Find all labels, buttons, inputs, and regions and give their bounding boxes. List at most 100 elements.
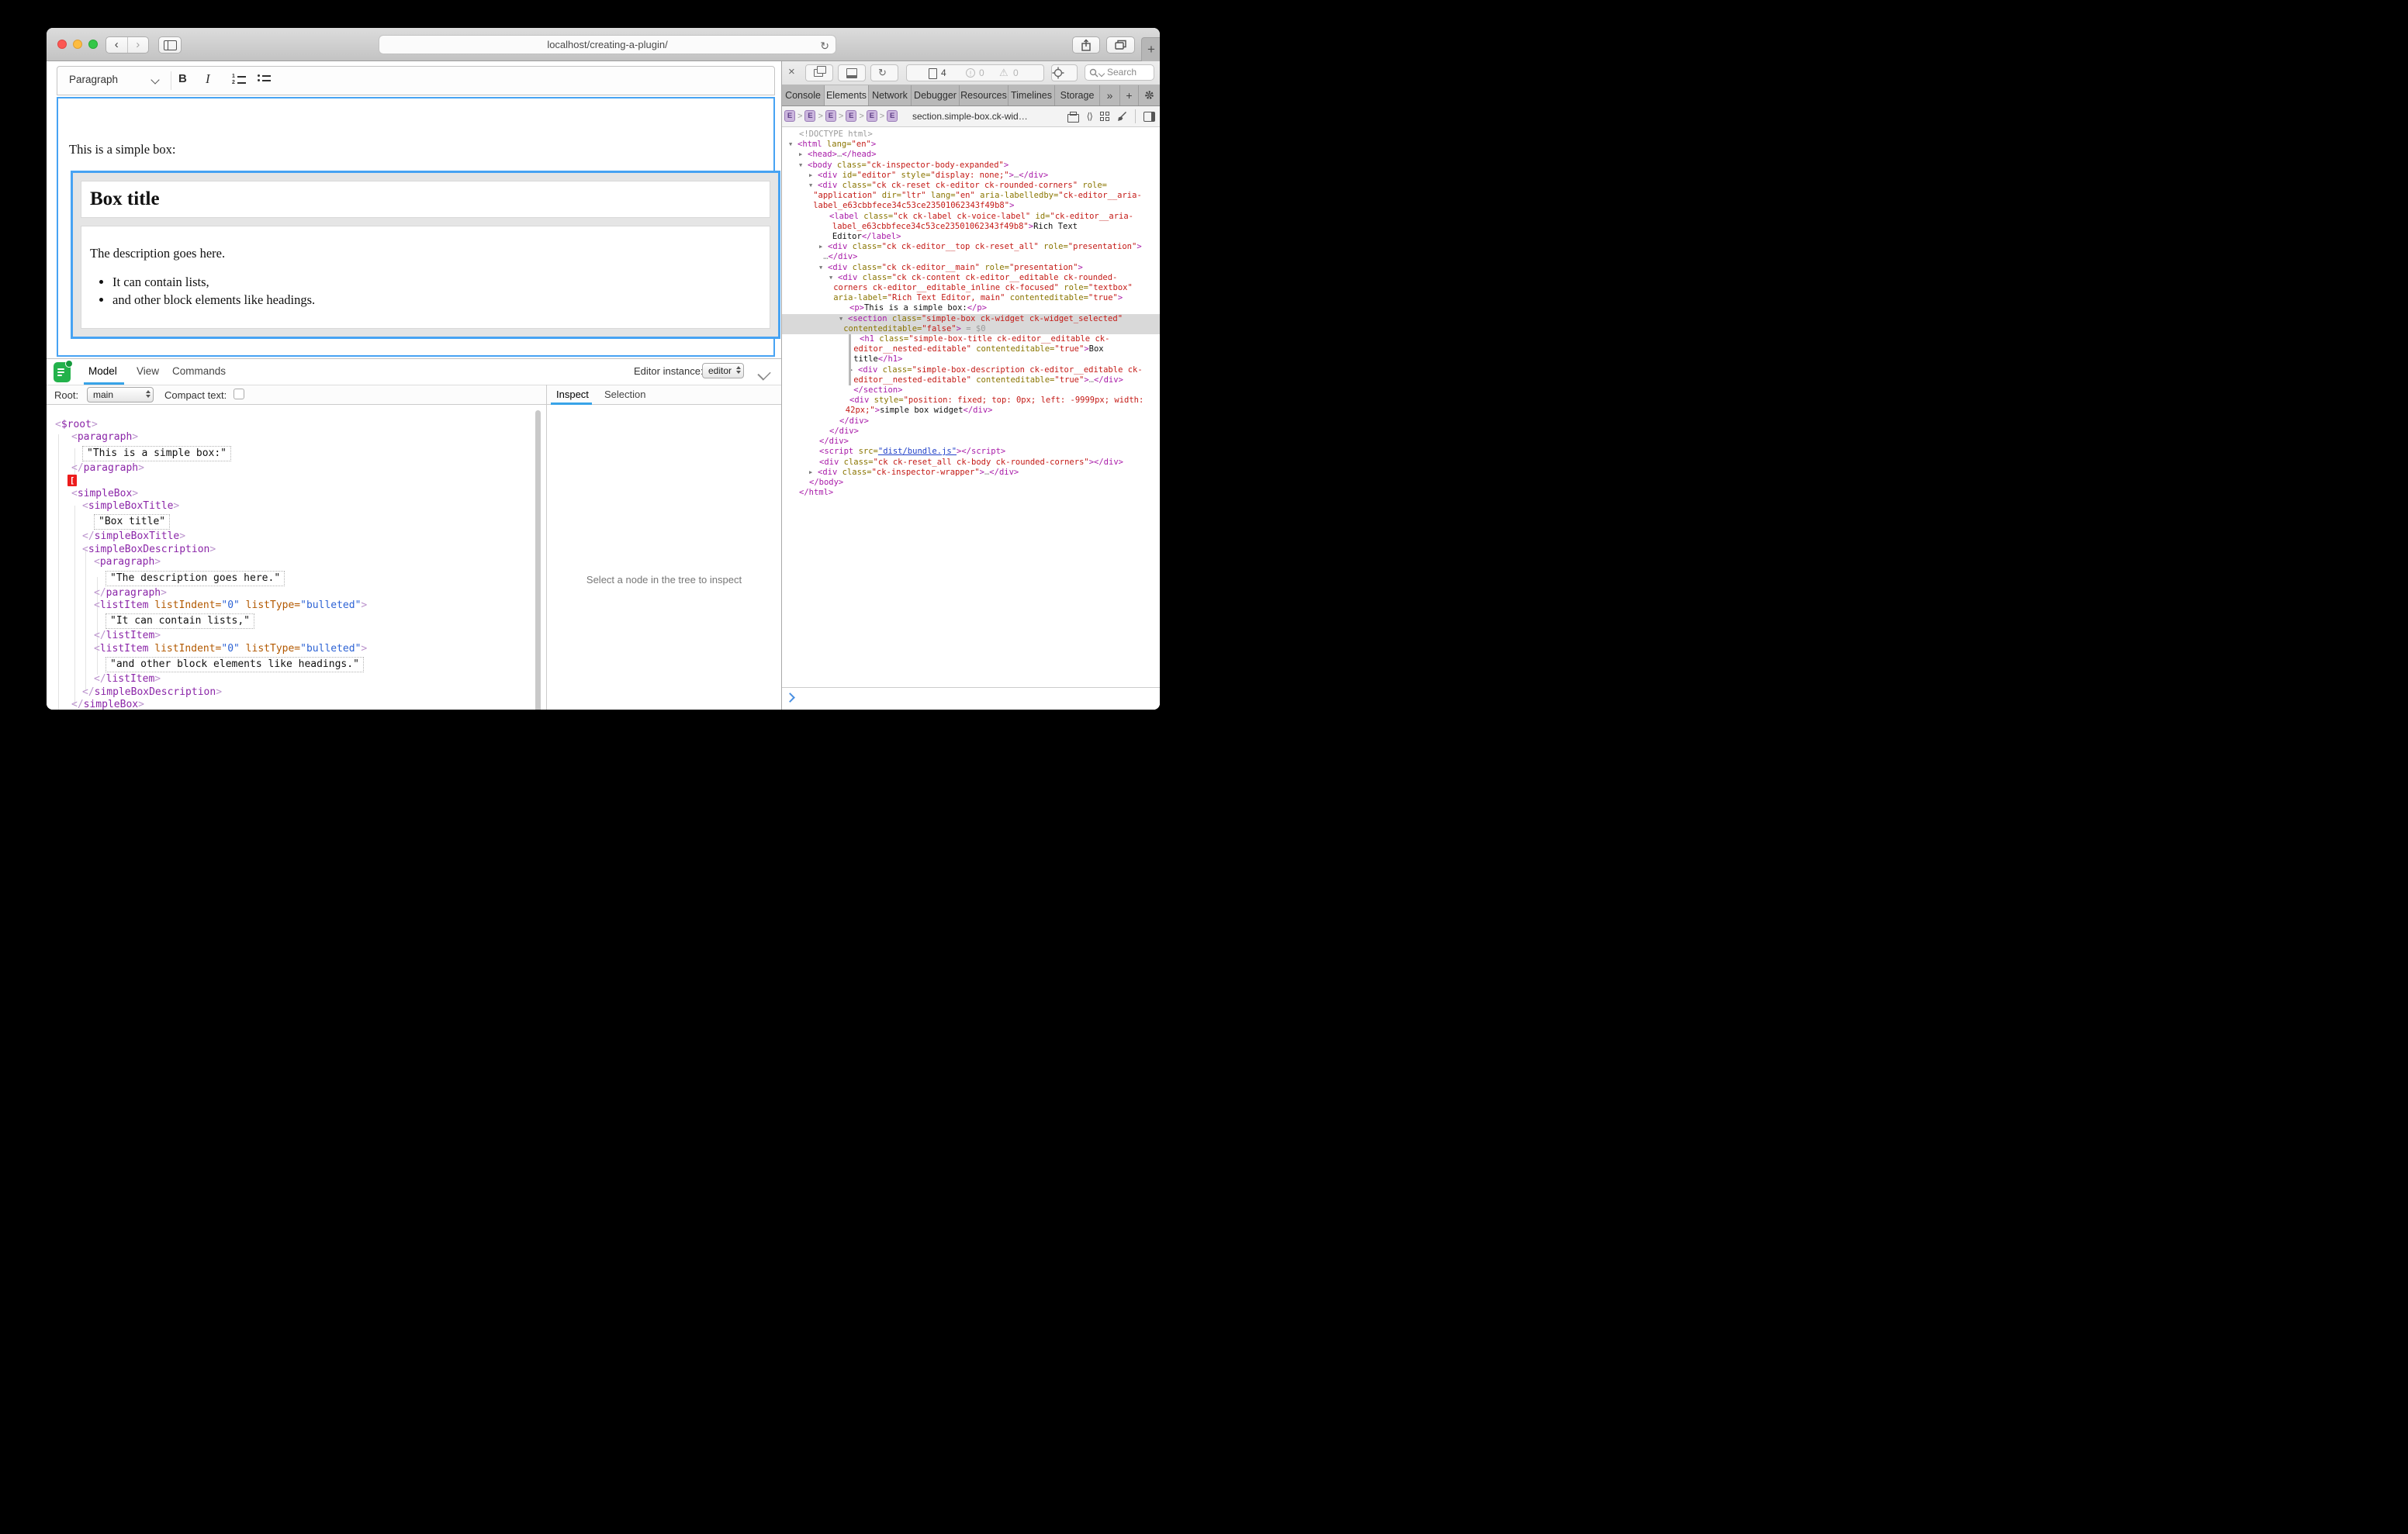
dom-tree-line[interactable]: ▼<div class="ck ck-editor__main" role="p… — [782, 263, 1160, 273]
dom-tree-line[interactable]: ▼<div class="ck ck-reset ck-editor ck-ro… — [782, 181, 1160, 191]
tab-view[interactable]: View — [137, 365, 159, 377]
print-icon[interactable] — [1067, 114, 1079, 123]
reload-icon[interactable]: ↻ — [820, 37, 829, 55]
tab-storage[interactable]: Storage — [1055, 85, 1100, 105]
model-tree-line[interactable]: "Box title" — [47, 513, 546, 530]
bold-button[interactable]: B — [178, 72, 187, 85]
zoom-window-button[interactable] — [88, 40, 98, 49]
dom-tree-line[interactable]: <script src="dist/bundle.js"></script> — [782, 447, 1160, 457]
dom-tree-line[interactable]: ▼<section class="simple-box ck-widget ck… — [782, 314, 1160, 324]
sidebar-toggle-button[interactable] — [158, 36, 182, 54]
tab-model[interactable]: Model — [88, 365, 117, 377]
details-sidebar-icon[interactable] — [1143, 112, 1155, 122]
model-tree-line[interactable]: "The description goes here." — [47, 569, 546, 587]
element-picker-button[interactable] — [1051, 64, 1078, 81]
dom-tree-line[interactable]: aria-label="Rich Text Editor, main" cont… — [782, 293, 1160, 303]
add-tab-button[interactable]: + — [1120, 85, 1139, 105]
simple-box-title-area[interactable]: Box title — [81, 181, 770, 218]
new-tab-button[interactable]: + — [1141, 37, 1160, 62]
intro-paragraph[interactable]: This is a simple box: — [69, 142, 176, 157]
tab-network[interactable]: Network — [869, 85, 912, 105]
element-badge[interactable]: E — [887, 110, 898, 122]
console-quick-prompt[interactable] — [782, 687, 1160, 710]
dom-tree-line[interactable]: <p>This is a simple box:</p> — [782, 303, 1160, 313]
tab-console[interactable]: Console — [782, 85, 825, 105]
element-badge[interactable]: E — [846, 110, 856, 122]
dom-tree-line[interactable]: ▶<div id="editor" style="display: none;"… — [782, 171, 1160, 181]
list-item[interactable]: It can contain lists, — [112, 275, 770, 290]
paragraph-dropdown[interactable]: Paragraph — [69, 74, 118, 85]
dom-tree-line[interactable]: ▼<div class="ck ck-content ck-editor__ed… — [782, 273, 1160, 283]
more-tabs-button[interactable]: » — [1100, 85, 1120, 105]
dom-tree-line[interactable]: ▶<div class="ck ck-editor__top ck-reset_… — [782, 242, 1160, 252]
inspector-search-field[interactable]: Search — [1085, 64, 1154, 81]
model-tree-line[interactable]: "This is a simple box:" — [47, 444, 546, 462]
detach-window-button[interactable] — [805, 64, 833, 81]
simple-box-description-area[interactable]: The description goes here. It can contai… — [81, 226, 770, 329]
tab-elements[interactable]: Elements — [825, 85, 869, 105]
dom-tree-line[interactable]: contenteditable="false"> = $0 — [782, 324, 1160, 334]
tab-commands[interactable]: Commands — [172, 365, 226, 377]
grid-layout-icon[interactable] — [1100, 112, 1109, 121]
dom-tree-line[interactable]: <div class="ck ck-reset_all ck-body ck-r… — [782, 458, 1160, 468]
dom-tree-line[interactable]: …</div> — [782, 252, 1160, 262]
subtab-inspect[interactable]: Inspect — [556, 389, 589, 400]
dom-tree-line[interactable]: </body> — [782, 478, 1160, 488]
element-badge[interactable]: E — [867, 110, 877, 122]
model-tree-line[interactable]: "It can contain lists," — [47, 612, 546, 630]
model-tree-line[interactable]: </listItem> — [47, 630, 546, 642]
dom-tree-line[interactable]: ▶<div class="ck-inspector-wrapper">…</di… — [782, 468, 1160, 478]
code-brackets-icon[interactable]: ⟨⟩ — [1087, 111, 1092, 122]
dom-tree-line[interactable]: ▶<head>…</head> — [782, 150, 1160, 160]
model-tree-line[interactable]: </listItem> — [47, 673, 546, 686]
model-tree-line[interactable]: </paragraph> — [47, 587, 546, 599]
model-tree-line[interactable]: <simpleBoxDescription> — [47, 544, 546, 556]
dom-tree-line[interactable]: ▼<html lang="en"> — [782, 140, 1160, 150]
model-tree-line[interactable]: "and other block elements like headings.… — [47, 655, 546, 673]
editor-instance-select[interactable]: editor — [702, 363, 744, 378]
dom-tree-line[interactable]: label_e63cbbfece34c53ce23501062343f49b8"… — [782, 201, 1160, 211]
minimize-window-button[interactable] — [73, 40, 82, 49]
element-badge[interactable]: E — [784, 110, 795, 122]
subtab-selection[interactable]: Selection — [604, 389, 645, 400]
dom-tree-line[interactable]: 42px;">simple box widget</div> — [782, 406, 1160, 416]
tab-overview-button[interactable] — [1106, 36, 1135, 54]
dock-bottom-button[interactable] — [838, 64, 866, 81]
tab-debugger[interactable]: Debugger — [912, 85, 960, 105]
dom-tree-line[interactable]: editor__nested-editable" contenteditable… — [782, 375, 1160, 385]
model-tree-line[interactable]: <$root> — [47, 419, 546, 431]
list-item[interactable]: and other block elements like headings. — [112, 292, 770, 308]
element-badge[interactable]: E — [804, 110, 815, 122]
reload-page-button[interactable]: ↻ — [870, 64, 898, 81]
model-tree-line[interactable]: </simpleBoxTitle> — [47, 530, 546, 543]
styles-brush-icon[interactable] — [1117, 111, 1127, 122]
model-tree-line[interactable]: </paragraph> — [47, 462, 546, 475]
share-button[interactable] — [1072, 36, 1100, 54]
dom-tree-line[interactable]: ▶<div class="simple-box-description ck-e… — [782, 365, 1160, 375]
settings-tab[interactable] — [1139, 85, 1160, 105]
simple-box-widget[interactable]: Box title The description goes here. It … — [71, 171, 780, 339]
model-tree-line[interactable]: </simpleBoxDescription> — [47, 686, 546, 699]
dom-tree-line[interactable]: </html> — [782, 488, 1160, 498]
close-window-button[interactable] — [57, 40, 67, 49]
model-tree-line[interactable]: <simpleBoxTitle> — [47, 500, 546, 513]
resource-status-group[interactable]: 4 ! 0 ⚠ 0 — [906, 64, 1044, 81]
description-paragraph[interactable]: The description goes here. — [90, 246, 770, 261]
breadcrumb-current-node[interactable]: section.simple-box.ck-wid… — [912, 111, 1028, 122]
collapse-inspector-chevron-icon[interactable] — [757, 367, 770, 380]
tab-timelines[interactable]: Timelines — [1009, 85, 1055, 105]
model-tree-line[interactable]: [ — [47, 475, 546, 487]
model-tree-scrollbar[interactable] — [535, 410, 541, 710]
rich-text-editable[interactable]: This is a simple box: Box title The desc… — [57, 97, 775, 357]
tab-resources[interactable]: Resources — [960, 85, 1009, 105]
dom-tree-line[interactable]: "application" dir="ltr" lang="en" aria-l… — [782, 191, 1160, 201]
element-badge[interactable]: E — [825, 110, 836, 122]
model-tree-line[interactable]: </simpleBox> — [47, 699, 546, 710]
dom-tree-line[interactable]: <h1 class="simple-box-title ck-editor__e… — [782, 334, 1160, 344]
dom-tree-line[interactable]: </section> — [782, 385, 1160, 396]
close-inspector-button[interactable]: × — [788, 65, 795, 78]
model-tree-line[interactable]: <paragraph> — [47, 556, 546, 568]
forward-button[interactable]: › — [128, 37, 149, 53]
address-bar[interactable]: localhost/creating-a-plugin/ ↻ — [379, 35, 836, 54]
dom-tree-line[interactable]: </div> — [782, 427, 1160, 437]
